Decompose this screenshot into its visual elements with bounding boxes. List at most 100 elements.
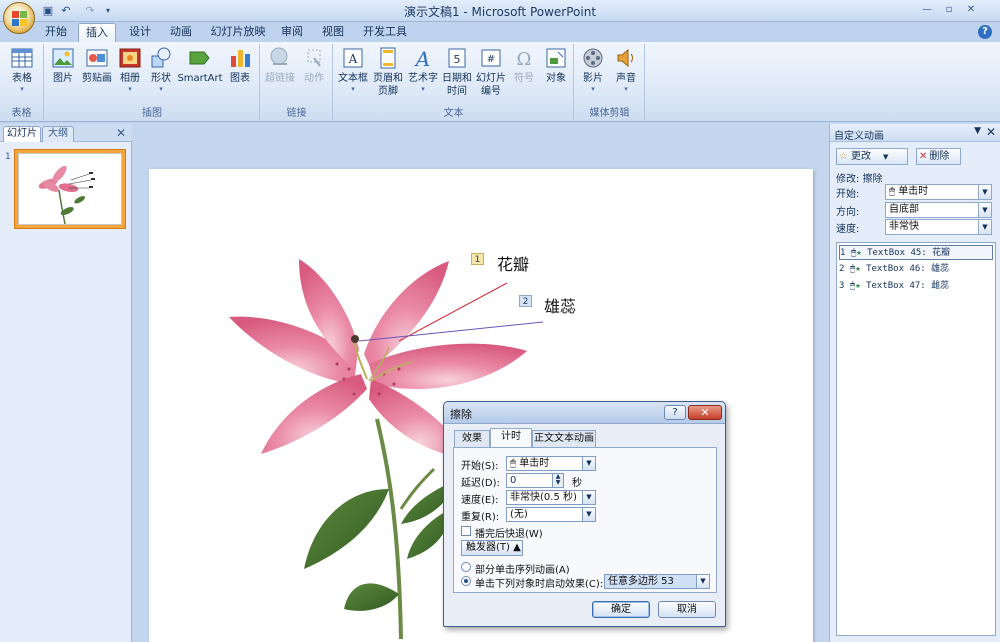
group-illustrations: 图片 剪贴画 相册 ▾ 形状 ▾ SmartArt 图表 插图 [45, 44, 260, 120]
start-select[interactable]: 🖱 单击时 ▼ [885, 184, 992, 200]
cancel-button[interactable]: 取消 [658, 601, 716, 618]
svg-text:#: # [487, 54, 495, 65]
mouse-icon: 🖱 [889, 186, 895, 197]
animation-item-text: TextBox 47: 雌蕊 [866, 281, 950, 291]
tab-timing[interactable]: 计时 [490, 428, 532, 448]
sound-button[interactable]: 声音 ▾ [610, 46, 642, 94]
speed-select[interactable]: 非常快 ▼ [885, 219, 992, 235]
wipe-effect-icon: ★ [855, 264, 861, 274]
tab-effect[interactable]: 效果 [454, 430, 490, 447]
spinner-icon[interactable]: ▲ ▼ [552, 474, 563, 487]
wipe-effect-icon: ★ [856, 248, 862, 258]
tab-slides[interactable]: 幻灯片 [3, 126, 41, 142]
start-select[interactable]: 🖱 单击时 ▼ [506, 456, 596, 471]
label-stamen[interactable]: 雄蕊 [544, 293, 576, 317]
date-time-button[interactable]: 5 日期和 时间 [441, 46, 473, 98]
radio-object-trigger[interactable] [461, 576, 471, 586]
photo-album-icon [119, 48, 141, 68]
movie-button[interactable]: 影片 ▾ [577, 46, 609, 94]
dialog-close-button[interactable]: ✕ [688, 405, 722, 420]
textbox-button[interactable]: A 文本框 ▾ [336, 46, 370, 94]
wipe-dialog: 擦除 ? ✕ 效果 计时 正文文本动画 开始(S): 🖱 单击时 ▼ 延迟(D)… [443, 401, 726, 627]
tab-developer[interactable]: 开发工具 [357, 23, 413, 42]
date-time-label2: 时间 [447, 86, 467, 97]
table-button[interactable]: 表格 ▾ [4, 46, 40, 94]
animation-order-tag[interactable]: 1 [471, 253, 484, 265]
shapes-button[interactable]: 形状 ▾ [146, 46, 176, 94]
tab-text-animation[interactable]: 正文文本动画 [532, 430, 596, 447]
trigger-button[interactable]: 触发器(T) ▲ [461, 540, 523, 556]
action-button[interactable]: 动作 [298, 46, 330, 85]
ok-button[interactable]: 确定 [592, 601, 650, 618]
slides-pane-close-icon[interactable]: ✕ [116, 126, 126, 140]
dialog-title: 擦除 [450, 408, 472, 421]
chevron-down-icon: ▼ [696, 575, 709, 588]
action-icon [307, 49, 321, 67]
speed-select[interactable]: 非常快(0.5 秒) ▼ [506, 490, 596, 505]
dialog-help-button[interactable]: ? [664, 405, 686, 420]
remove-effect-label: 删除 [929, 151, 950, 162]
tab-review[interactable]: 审阅 [275, 23, 309, 42]
slide-thumbnail[interactable] [14, 149, 126, 229]
label-petal[interactable]: 花瓣 [497, 251, 529, 275]
change-effect-button[interactable]: ☆ 更改 ▼ [836, 148, 908, 165]
slide-number-button[interactable]: # 幻灯片 编号 [474, 46, 508, 98]
close-button[interactable]: ✕ [962, 2, 980, 17]
delay-unit: 秒 [572, 478, 582, 489]
thumbnail-lily-icon [38, 165, 95, 225]
header-footer-button[interactable]: 页眉和 页脚 [371, 46, 405, 98]
tab-view[interactable]: 视图 [314, 23, 352, 42]
custom-animation-pane: 自定义动画 ▼ ✕ ☆ 更改 ▼ ✕ 删除 修改: 擦除 开始: 🖱 单击时 ▼ 方向… [829, 124, 1000, 642]
hyperlink-button[interactable]: 超链接 [263, 46, 297, 85]
tab-slideshow[interactable]: 幻灯片放映 [203, 23, 273, 42]
object-button[interactable]: 对象 [540, 46, 572, 85]
pane-close-icon[interactable]: ✕ [986, 125, 996, 139]
trigger-object-select[interactable]: 任意多边形 53 ▼ [604, 574, 710, 589]
movie-label: 影片 [583, 73, 603, 84]
picture-icon [52, 48, 74, 68]
remove-effect-button[interactable]: ✕ 删除 [916, 148, 961, 165]
animation-order-tag[interactable]: 2 [519, 295, 532, 307]
slides-pane: 幻灯片 大纲 ✕ 1 [0, 124, 132, 642]
tab-insert[interactable]: 插入 [78, 23, 116, 42]
clipart-icon [86, 49, 108, 67]
repeat-select[interactable]: (无) ▼ [506, 507, 596, 522]
help-icon[interactable]: ? [978, 25, 992, 39]
start-value: 单击时 [519, 458, 550, 469]
animation-list-item[interactable]: 1 🖱★ TextBox 45: 花瓣 [839, 245, 993, 260]
office-button[interactable] [3, 2, 35, 34]
tab-animations[interactable]: 动画 [162, 23, 200, 42]
restore-button[interactable]: ▫ [940, 2, 958, 17]
pane-menu-icon[interactable]: ▼ [974, 126, 981, 136]
minimize-button[interactable]: — [918, 2, 936, 17]
tab-design[interactable]: 设计 [120, 23, 160, 42]
animation-list-item[interactable]: 2 🖱★ TextBox 46: 雄蕊 [839, 262, 993, 277]
animation-item-number: 2 [839, 264, 845, 274]
picture-button[interactable]: 图片 [47, 46, 79, 85]
object-icon [546, 48, 566, 68]
tab-outline[interactable]: 大纲 [42, 126, 74, 142]
repeat-label: 重复(R): [461, 512, 500, 523]
radio-sequence[interactable] [461, 562, 471, 572]
chart-button[interactable]: 图表 [224, 46, 256, 85]
wordart-icon: A [414, 47, 430, 70]
tab-home[interactable]: 开始 [36, 23, 76, 42]
rewind-checkbox[interactable] [461, 526, 471, 536]
group-text: A 文本框 ▾ 页眉和 页脚 A 艺术字 ▾ 5 日期和 时间 # 幻灯片 编号… [334, 44, 574, 120]
wordart-button[interactable]: A 艺术字 ▾ [406, 46, 440, 94]
animation-item-text: TextBox 46: 雄蕊 [866, 264, 950, 274]
symbol-button[interactable]: Ω 符号 [509, 46, 539, 85]
animation-list[interactable]: 1 🖱★ TextBox 45: 花瓣 2 🖱★ TextBox 46: 雄蕊 … [836, 242, 996, 636]
smartart-button[interactable]: SmartArt [177, 46, 223, 85]
animation-list-item[interactable]: 3 🖱★ TextBox 47: 雌蕊 [839, 279, 993, 294]
chevron-down-icon: ▼ [582, 457, 595, 470]
trigger-object-value: 任意多边形 53 [608, 576, 674, 587]
clipart-button[interactable]: 剪贴画 [80, 46, 114, 85]
delay-input[interactable]: 0 ▲ ▼ [506, 473, 564, 488]
custom-animation-header: 自定义动画 ▼ ✕ [830, 124, 1000, 142]
direction-select[interactable]: 自底部 ▼ [885, 202, 992, 218]
header-footer-label: 页眉和 [373, 73, 403, 84]
star-icon: ☆ [839, 151, 848, 162]
picture-label: 图片 [53, 73, 73, 84]
photo-album-button[interactable]: 相册 ▾ [115, 46, 145, 94]
